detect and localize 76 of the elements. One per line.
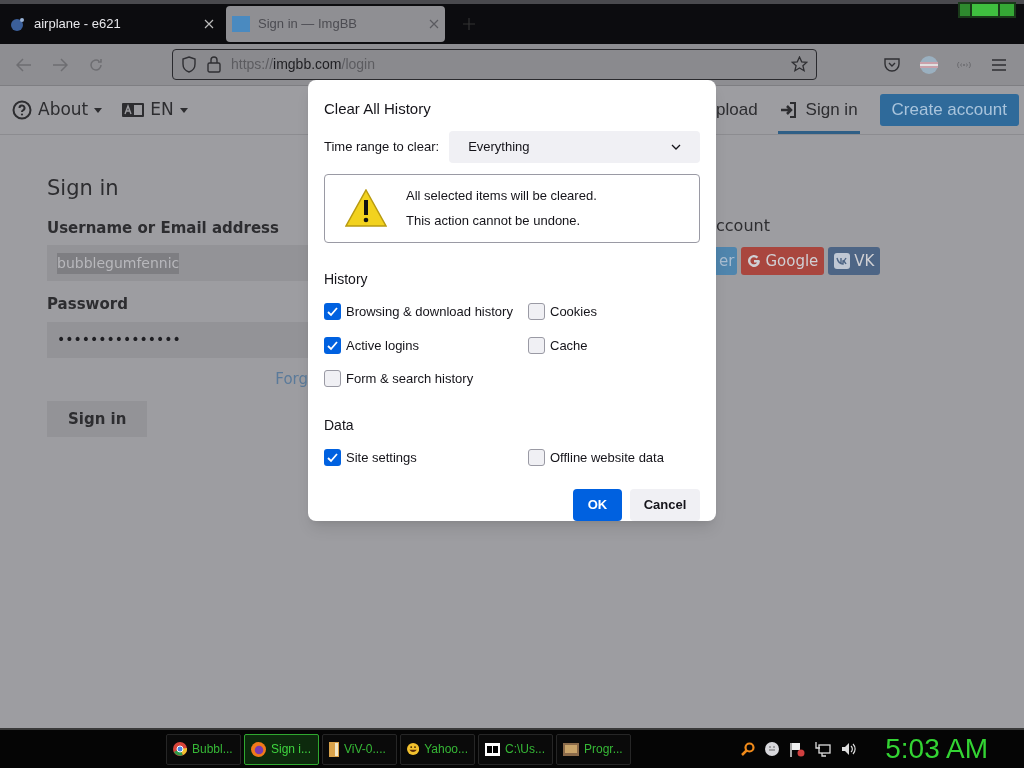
social-button[interactable]: Google [741, 247, 825, 275]
taskbar-button[interactable]: Progr... [556, 733, 631, 765]
taskbar-button[interactable]: Yahoo... [400, 733, 475, 765]
search-icon[interactable] [741, 742, 756, 756]
ok-button[interactable]: OK [573, 489, 622, 521]
avatar-icon[interactable] [920, 55, 938, 74]
browser-icon [173, 742, 187, 756]
dialog-title: Clear All History [324, 99, 432, 119]
cancel-button[interactable]: Cancel [630, 489, 700, 521]
meter-icon [958, 2, 1016, 18]
taskbar-button[interactable]: Bubbl... [166, 733, 241, 765]
checkbox[interactable] [324, 448, 341, 466]
section-heading: History [324, 270, 369, 289]
field-label: Time range to clear: [324, 137, 440, 156]
taskbar-button[interactable]: C:\Us... [478, 733, 553, 765]
taskbar-button[interactable]: ViV-0.... [322, 733, 397, 765]
site-icon [10, 16, 26, 32]
warning-text: This action cannot be undone. [406, 212, 582, 231]
smiley-icon [407, 741, 420, 757]
checkbox[interactable] [324, 336, 341, 354]
flag-icon[interactable] [789, 741, 806, 757]
nav-link[interactable]: Sign in [777, 86, 860, 134]
section-title: ccount [716, 215, 770, 237]
tab-title: airplane - e621 [34, 15, 122, 34]
google-icon [747, 254, 762, 268]
password-field[interactable]: ••••••••••••••• [47, 321, 308, 358]
sign-in-button[interactable]: Sign in [47, 401, 148, 437]
checkbox-label[interactable]: Browsing & download history [346, 302, 513, 322]
help-icon [12, 100, 32, 120]
close-icon[interactable] [204, 19, 214, 29]
browser-icon [251, 741, 266, 757]
dropdown-menu[interactable]: EN [122, 97, 188, 123]
section-heading: Data [324, 415, 355, 435]
dropdown-menu[interactable]: About [12, 97, 103, 123]
browser-tab[interactable]: airplane - e621 [0, 6, 224, 42]
caret-icon [94, 107, 103, 113]
language-icon [122, 103, 145, 117]
checkbox[interactable] [528, 336, 545, 354]
caret-icon [179, 107, 188, 113]
tab-title: Sign in — ImgBB [258, 15, 358, 34]
sign-in-icon [779, 101, 798, 119]
menu-icon[interactable] [992, 58, 1006, 71]
clock: 5:03 AM [885, 732, 988, 766]
shield-icon[interactable] [181, 56, 197, 73]
checkbox-label[interactable]: Offline website data [550, 447, 664, 467]
site-icon [232, 16, 250, 32]
door-icon [329, 741, 339, 757]
warning-icon [345, 189, 387, 228]
time-range-dropdown[interactable]: Everything [449, 130, 700, 163]
taskbar-button[interactable]: Sign i... [244, 733, 319, 765]
star-icon[interactable] [791, 56, 808, 73]
nav-link[interactable]: pload [716, 86, 758, 134]
smiley-icon[interactable] [765, 742, 780, 756]
checkbox[interactable] [324, 370, 341, 388]
checkbox[interactable] [528, 448, 545, 466]
chevron-icon [671, 143, 681, 150]
pocket-icon[interactable] [884, 57, 900, 72]
checkbox-label[interactable]: Form & search history [346, 369, 474, 389]
network-icon[interactable] [815, 741, 832, 757]
field-value: bubblegumfennic [57, 252, 180, 274]
checkbox-label[interactable]: Site settings [346, 447, 417, 467]
checkbox-label[interactable]: Cookies [550, 302, 597, 322]
field-label: Password [47, 294, 128, 315]
image-icon [563, 742, 579, 756]
social-button[interactable]: VK [828, 247, 881, 275]
checkbox-label[interactable]: Active logins [346, 335, 419, 355]
checkbox[interactable] [324, 303, 341, 321]
field-label: Username or Email address [47, 217, 279, 239]
page-title: Sign in [47, 175, 119, 202]
vk-logo-icon [834, 253, 851, 269]
checkbox-label[interactable]: Cache [550, 335, 588, 355]
warning-text: All selected items will be cleared. [406, 186, 597, 205]
speaker-icon[interactable] [841, 742, 858, 756]
lock-icon[interactable] [207, 56, 221, 73]
checkbox[interactable] [528, 303, 545, 321]
field-value: ••••••••••••••• [57, 330, 181, 349]
